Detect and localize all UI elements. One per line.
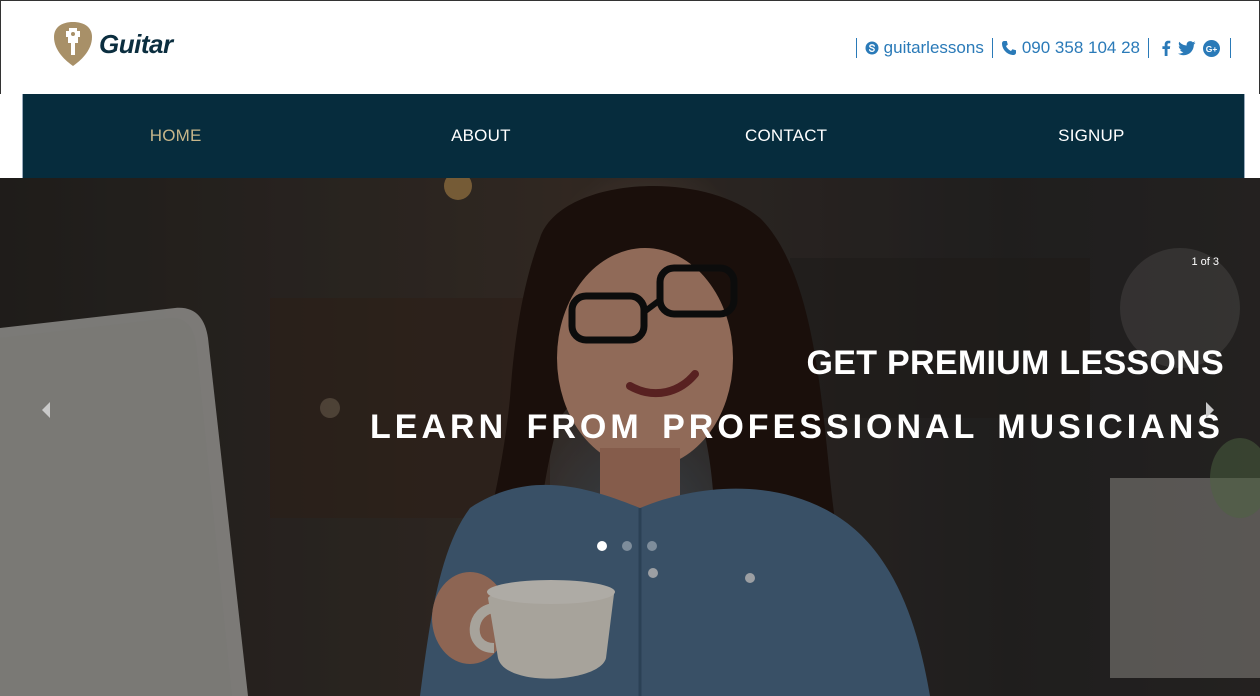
nav-signup[interactable]: SIGNUP [939, 94, 1244, 178]
brand-name: Guitar [99, 28, 173, 59]
slide-counter: 1 of 3 [1191, 256, 1219, 268]
phone-number: 090 358 104 28 [1021, 38, 1140, 57]
skype-icon [865, 41, 879, 55]
google-plus-icon: G+ [1203, 39, 1220, 57]
slide-dot-3[interactable] [647, 541, 657, 551]
hero-slider: 1 of 3 GET PREMIUM LESSONS LEARN FROM PR… [0, 178, 1260, 696]
skype-handle: guitarlessons [883, 38, 984, 57]
logo-link[interactable]: Guitar [53, 21, 173, 67]
guitar-logo-icon [54, 22, 92, 66]
slide-dot-1[interactable] [597, 541, 607, 551]
social-links: G+ [1149, 39, 1230, 57]
skype-link[interactable]: guitarlessons [857, 38, 992, 58]
main-nav: HOME ABOUT CONTACT SIGNUP [22, 94, 1245, 178]
twitter-icon [1178, 40, 1196, 55]
facebook-icon [1162, 40, 1171, 56]
header-contact-bar: guitarlessons 090 358 104 28 G+ [855, 37, 1231, 59]
slide-subheadline: LEARN FROM PROFESSIONAL MUSICIANS [370, 408, 1224, 446]
twitter-link[interactable] [1178, 40, 1196, 56]
divider [1230, 38, 1231, 58]
slide-dot-2[interactable] [622, 541, 632, 551]
nav-about[interactable]: ABOUT [328, 94, 633, 178]
google-plus-link[interactable]: G+ [1203, 39, 1220, 57]
nav-contact[interactable]: CONTACT [634, 94, 939, 178]
site-header: Guitar guitarlessons 090 358 104 28 G+ [0, 0, 1260, 94]
svg-text:G+: G+ [1206, 43, 1218, 53]
chevron-left-icon [42, 402, 50, 418]
slide-headline: GET PREMIUM LESSONS [806, 344, 1224, 382]
facebook-link[interactable] [1161, 40, 1171, 56]
slide-pagination [597, 541, 672, 551]
phone-link[interactable]: 090 358 104 28 [993, 38, 1148, 58]
nav-home[interactable]: HOME [23, 94, 328, 178]
prev-slide-button[interactable] [36, 398, 56, 422]
chevron-right-icon [1206, 402, 1214, 418]
phone-icon [1001, 41, 1016, 55]
next-slide-button[interactable] [1200, 398, 1220, 422]
